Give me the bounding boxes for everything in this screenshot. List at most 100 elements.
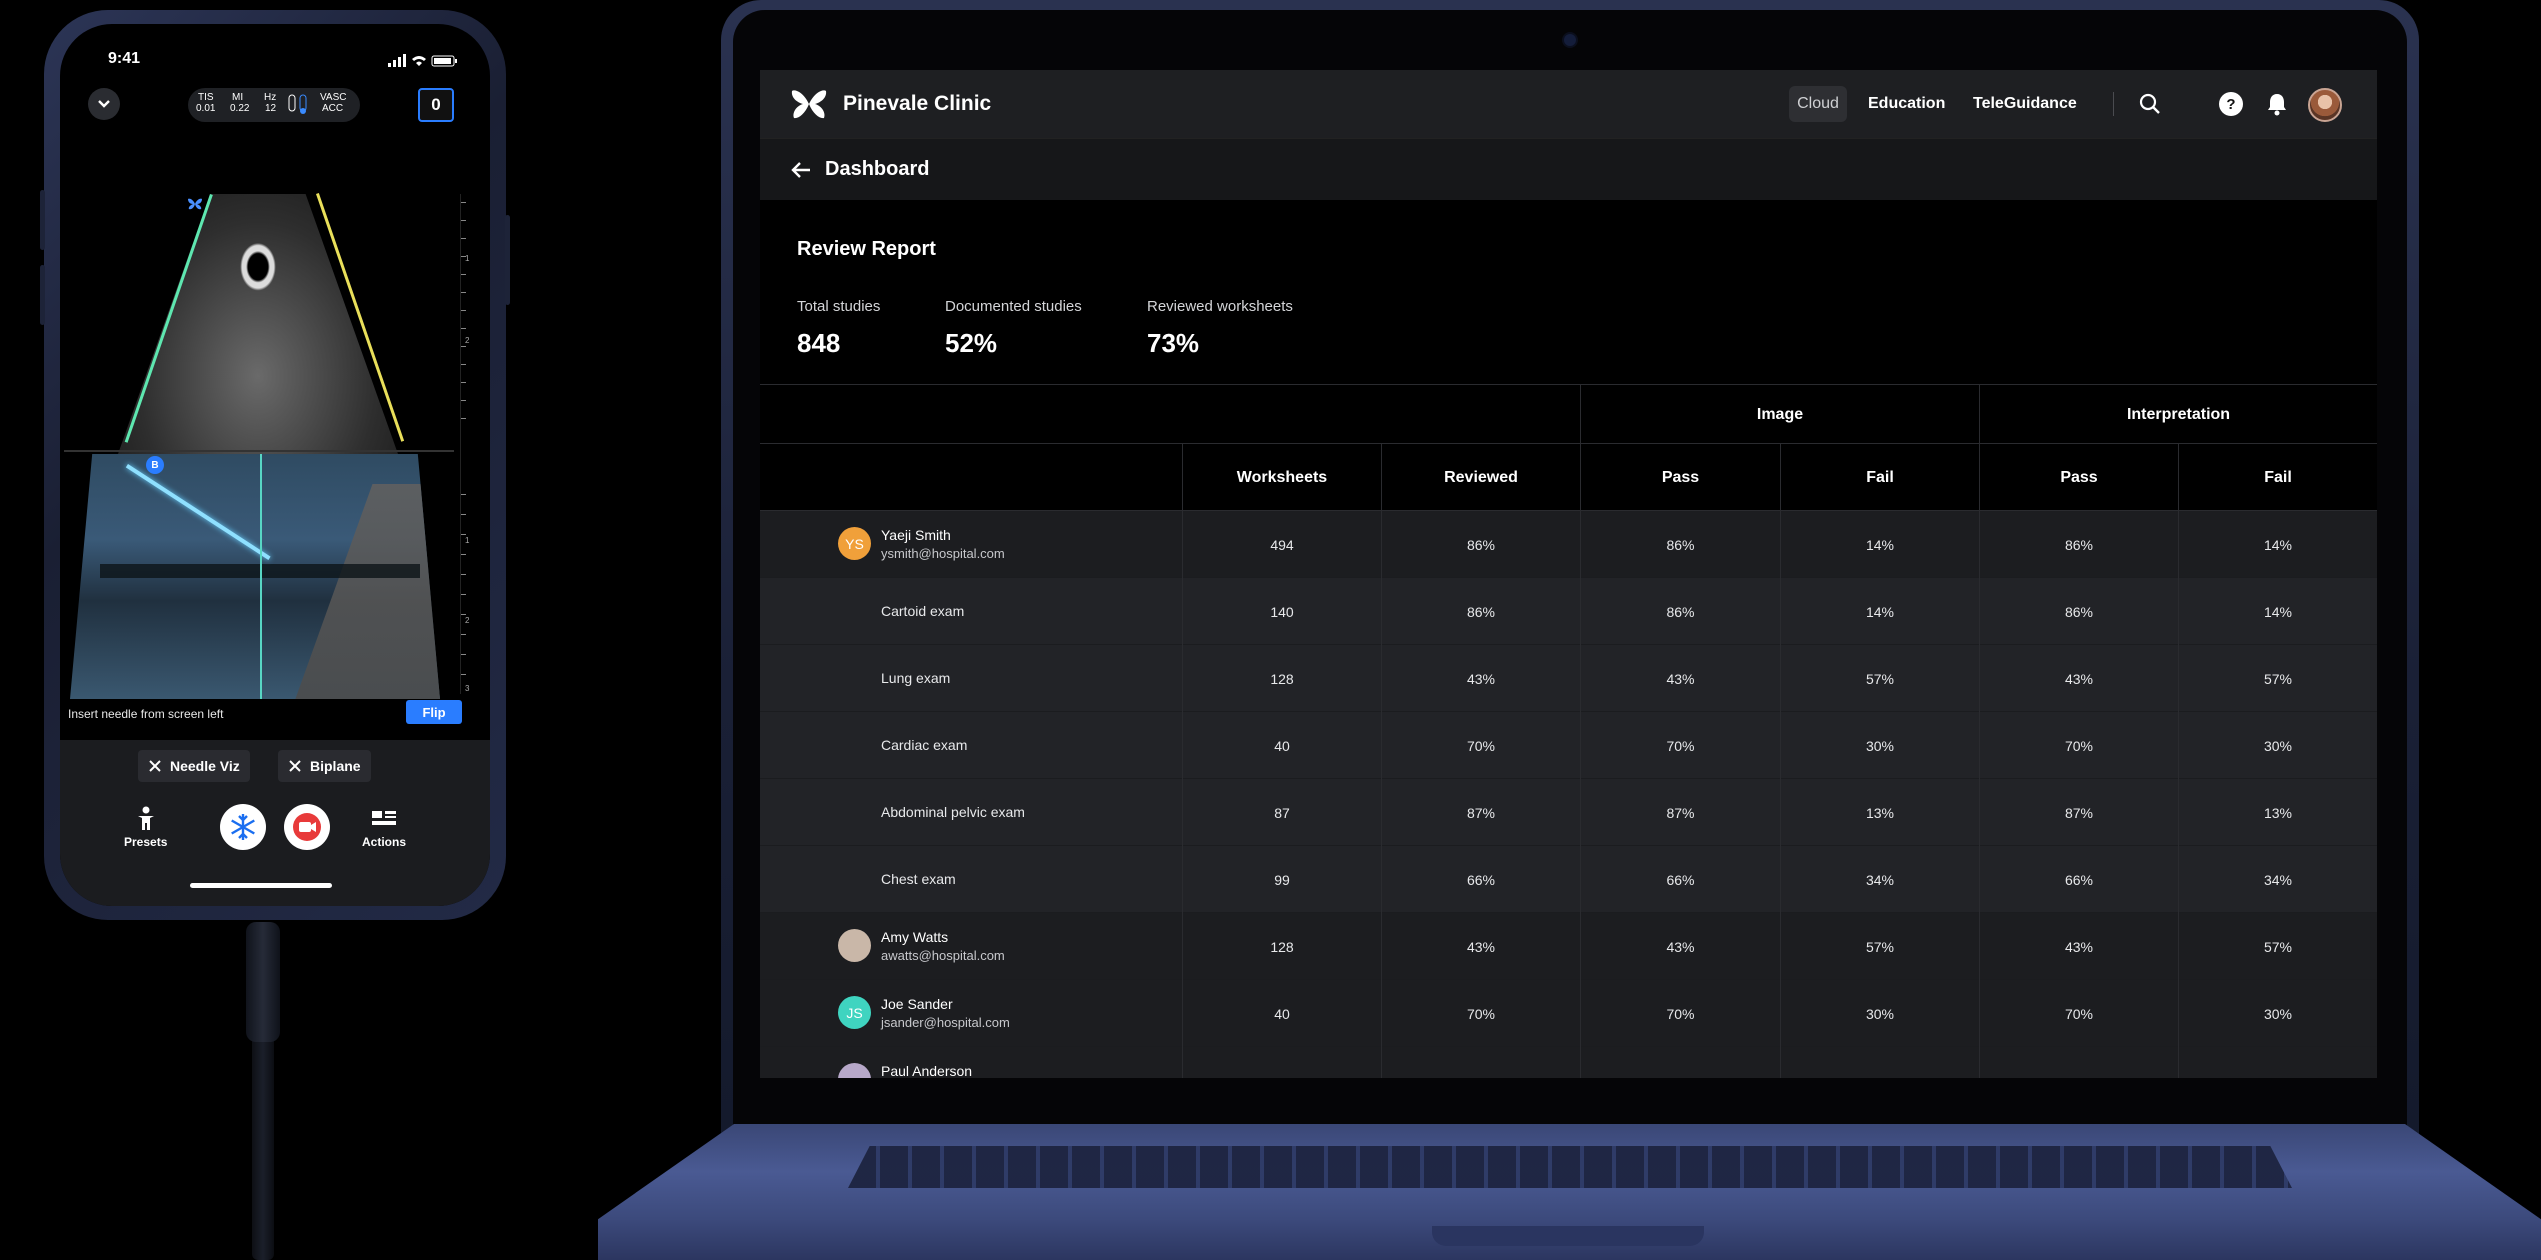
col-header-interp-fail[interactable]: Fail	[2178, 444, 2377, 511]
table-row-user[interactable]: Amy Watts awatts@hospital.com 128 43% 43% 57%…	[760, 913, 2377, 980]
view-divider	[64, 450, 454, 452]
name-cell: Amy Watts awatts@hospital.com	[760, 913, 1182, 980]
nav-education-link[interactable]: Education	[1868, 95, 1945, 113]
acoustic-parameters: TIS 0.01 MI 0.22 Hz 12 VASC ACC	[188, 88, 360, 122]
svg-text:?: ?	[2226, 96, 2235, 113]
depth-label: 1	[465, 536, 470, 545]
param-tis-label: TIS	[198, 92, 214, 103]
stat-label-documented-studies: Documented studies	[945, 298, 1082, 315]
ultrasound-view[interactable]: B 1 2 1 2 3	[60, 154, 490, 699]
close-icon[interactable]	[148, 759, 162, 773]
group-header-interpretation: Interpretation	[1979, 385, 2377, 445]
cell-reviewed: 43%	[1381, 645, 1580, 712]
cell-worksheets: 140	[1182, 578, 1381, 645]
avatar	[838, 929, 871, 962]
stat-label-total-studies: Total studies	[797, 298, 881, 315]
preset-name: VASC	[320, 92, 347, 103]
bell-icon[interactable]	[2263, 90, 2291, 118]
stat-label-reviewed-worksheets: Reviewed worksheets	[1147, 298, 1293, 315]
presets-button[interactable]: Presets	[124, 806, 167, 849]
cell-interp-pass	[1979, 1047, 2178, 1078]
user-email: jsander@hospital.com	[881, 1015, 1010, 1030]
chevron-down-icon[interactable]	[88, 88, 120, 120]
cell-interp-fail: 13%	[2178, 779, 2377, 846]
col-header-worksheets[interactable]: Worksheets	[1182, 444, 1381, 511]
close-icon[interactable]	[288, 759, 302, 773]
table-row-exam[interactable]: Chest exam 99 66% 66% 34% 66% 34%	[760, 846, 2377, 913]
nav-cloud-tab[interactable]: Cloud	[1789, 86, 1847, 122]
cell-interp-pass: 70%	[1979, 980, 2178, 1047]
table-row-exam[interactable]: Abdominal pelvic exam 87 87% 87% 13% 87% 13%	[760, 779, 2377, 846]
record-button[interactable]	[284, 804, 330, 850]
exam-name: Lung exam	[881, 670, 951, 686]
col-header-image-fail[interactable]: Fail	[1780, 444, 1979, 511]
thermometer-icon	[288, 94, 307, 114]
cell-interp-fail: 34%	[2178, 846, 2377, 913]
cell-worksheets: 87	[1182, 779, 1381, 846]
avatar	[838, 1063, 871, 1078]
user-email: ysmith@hospital.com	[881, 546, 1005, 561]
cell-interp-fail	[2178, 1047, 2377, 1078]
cell-image-fail: 14%	[1780, 511, 1979, 578]
cell-image-fail: 13%	[1780, 779, 1979, 846]
clip-counter[interactable]: 0	[418, 88, 454, 122]
video-camera-icon	[293, 813, 321, 841]
cell-image-pass: 86%	[1580, 578, 1780, 645]
cell-image-fail: 57%	[1780, 645, 1979, 712]
cell-reviewed: 70%	[1381, 980, 1580, 1047]
nav-teleguidance-link[interactable]: TeleGuidance	[1973, 95, 2077, 113]
cell-image-pass: 87%	[1580, 779, 1780, 846]
cell-reviewed: 86%	[1381, 578, 1580, 645]
person-icon	[137, 806, 154, 830]
phone-power-button	[505, 215, 510, 305]
cell-image-fail: 14%	[1780, 578, 1979, 645]
flip-button[interactable]: Flip	[406, 700, 462, 724]
scan-header: TIS 0.01 MI 0.22 Hz 12 VASC ACC 0	[76, 82, 476, 128]
cell-image-pass: 43%	[1580, 645, 1780, 712]
biplane-guide-line	[260, 454, 262, 699]
cell-worksheets: 128	[1182, 645, 1381, 712]
chip-needle-viz[interactable]: Needle Viz	[138, 750, 250, 782]
back-arrow-icon[interactable]	[790, 160, 812, 180]
table-row-exam[interactable]: Cartoid exam 140 86% 86% 14% 86% 14%	[760, 578, 2377, 645]
col-header-interp-pass[interactable]: Pass	[1979, 444, 2178, 511]
home-indicator	[190, 883, 332, 888]
help-icon[interactable]: ?	[2217, 90, 2245, 118]
cell-worksheets: 40	[1182, 980, 1381, 1047]
butterfly-orientation-icon	[188, 198, 202, 210]
snowflake-icon	[231, 814, 255, 840]
param-mi-value: 0.22	[230, 103, 250, 114]
exam-name: Cardiac exam	[881, 737, 968, 753]
cell-image-pass: 70%	[1580, 712, 1780, 779]
chip-label: Biplane	[310, 758, 361, 774]
cell-image-pass: 86%	[1580, 511, 1780, 578]
laptop-camera	[1564, 34, 1576, 46]
cell-reviewed: 66%	[1381, 846, 1580, 913]
user-avatar[interactable]	[2308, 88, 2342, 122]
cell-interp-fail: 14%	[2178, 578, 2377, 645]
col-header-image-pass[interactable]: Pass	[1580, 444, 1780, 511]
name-cell: Cartoid exam	[760, 578, 1182, 645]
cell-worksheets: 40	[1182, 712, 1381, 779]
table-row-user[interactable]: YS Yaeji Smith ysmith@hospital.com 494 86% 86…	[760, 511, 2377, 578]
search-icon[interactable]	[2136, 90, 2164, 118]
avatar: YS	[838, 527, 871, 560]
table-row-exam[interactable]: Lung exam 128 43% 43% 57% 43% 57%	[760, 645, 2377, 712]
table-row-user[interactable]: JS Joe Sander jsander@hospital.com 40 70% 70%…	[760, 980, 2377, 1047]
col-header-reviewed[interactable]: Reviewed	[1381, 444, 1580, 511]
table-row-exam[interactable]: Cardiac exam 40 70% 70% 30% 70% 30%	[760, 712, 2377, 779]
butterfly-logo-icon[interactable]	[790, 87, 828, 121]
cell-image-fail	[1780, 1047, 1979, 1078]
cell-reviewed: 43%	[1381, 913, 1580, 980]
top-navigation: Pinevale Clinic Cloud Education TeleGuid…	[760, 70, 2377, 138]
freeze-button[interactable]	[220, 804, 266, 850]
laptop-screen: Pinevale Clinic Cloud Education TeleGuid…	[760, 70, 2377, 1078]
chip-biplane[interactable]: Biplane	[278, 750, 371, 782]
cable-plug	[246, 922, 280, 1042]
actions-button[interactable]: Actions	[362, 806, 406, 849]
table-row-user[interactable]: Paul Anderson	[760, 1047, 2377, 1078]
actions-grid-icon	[372, 811, 396, 825]
user-name: Yaeji Smith	[881, 527, 951, 543]
name-cell: Paul Anderson	[760, 1047, 1182, 1078]
cell-image-pass: 70%	[1580, 980, 1780, 1047]
